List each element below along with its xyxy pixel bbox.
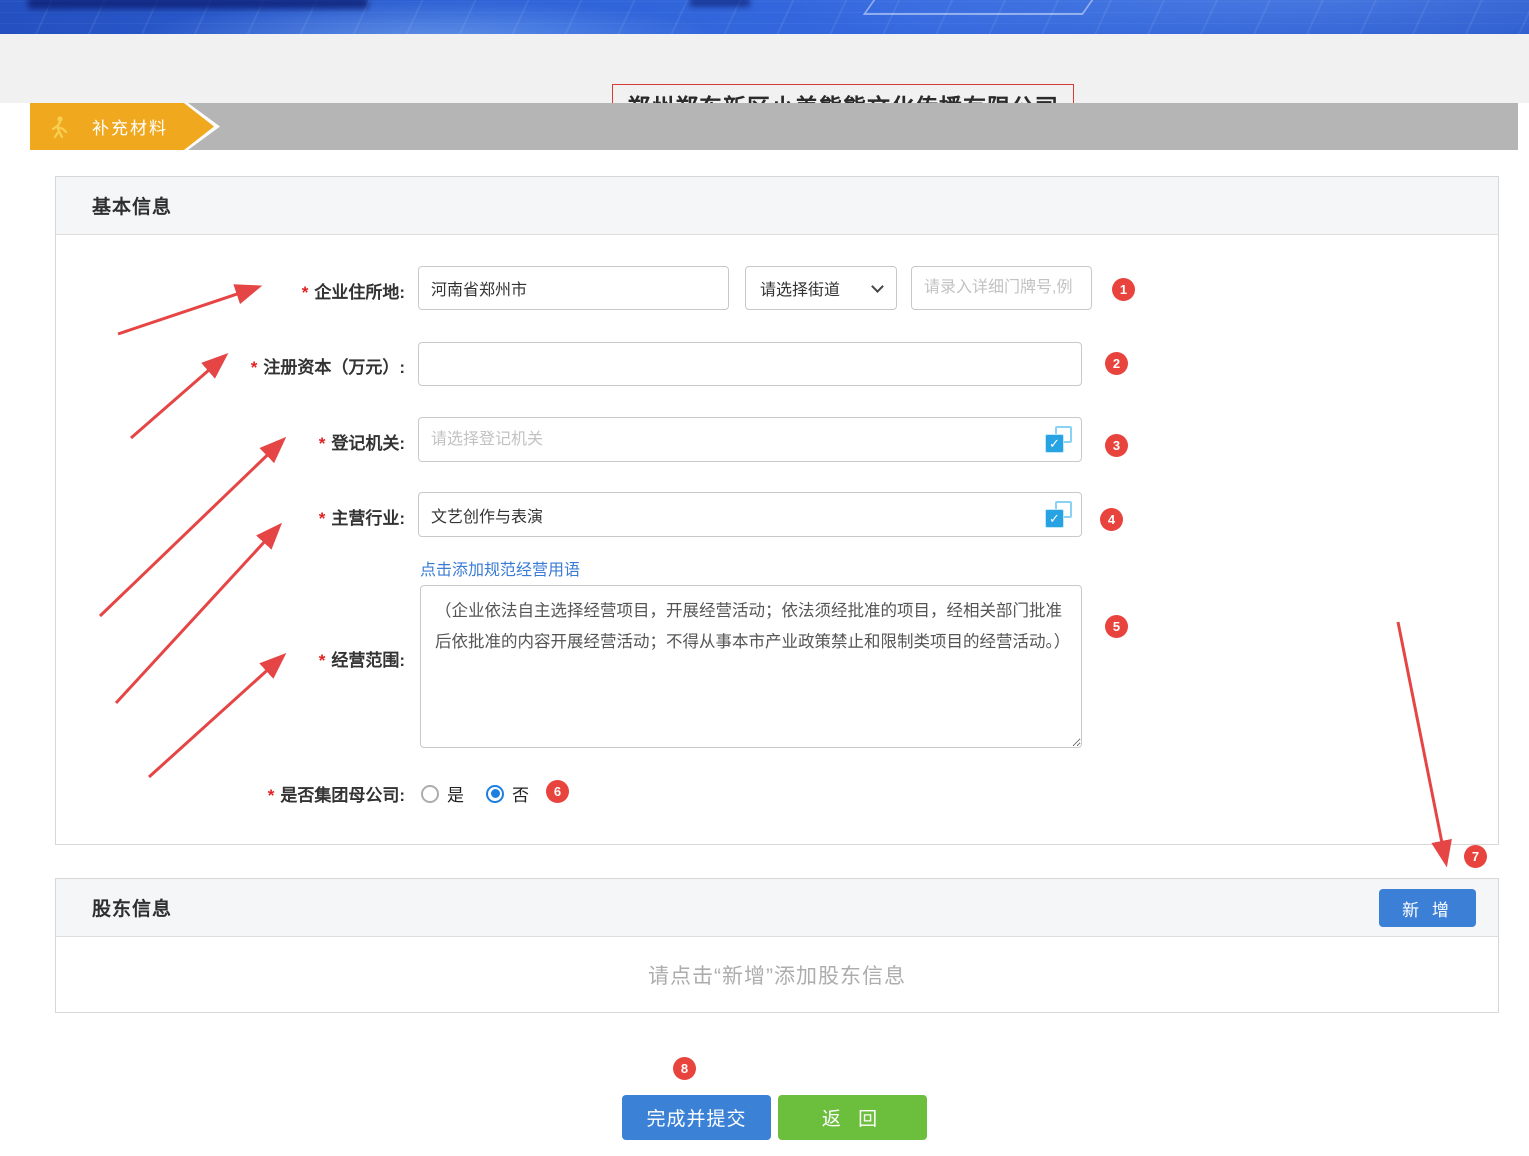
registration-authority-label: *登记机关: [45,429,405,454]
step-tab-supplementary-materials[interactable]: 补充材料 [30,103,214,150]
basic-info-title: 基本信息 [92,192,172,219]
banner-logo-smudge [28,0,368,9]
shareholders-panel: 股东信息 新 增 请点击“新增”添加股东信息 [55,878,1499,1013]
annotation-badge-2: 2 [1105,352,1128,375]
back-button[interactable]: 返 回 [778,1095,927,1140]
submit-button[interactable]: 完成并提交 [622,1095,771,1140]
select-picker-icon[interactable] [1045,426,1072,453]
required-asterisk: * [319,434,326,453]
main-industry-input[interactable] [418,492,1082,537]
annotation-badge-7: 7 [1464,845,1487,868]
business-scope-label: *经营范围: [45,646,405,671]
annotation-badge-8: 8 [673,1057,696,1080]
required-asterisk: * [251,358,258,377]
is-group-parent-radio-group: 是 否 [421,781,543,806]
business-scope-textarea[interactable]: （企业依法自主选择经营项目，开展经营活动；依法须经批准的项目，经相关部门批准后依… [420,585,1082,748]
select-picker-icon[interactable] [1045,501,1072,528]
annotation-badge-6: 6 [546,780,569,803]
radio-yes[interactable] [421,785,439,803]
chevron-down-icon [871,280,884,293]
banner-trapezoid-decoration [863,0,1094,15]
annotation-badge-4: 4 [1100,508,1123,531]
registered-capital-label: *注册资本（万元）: [45,353,405,378]
add-standard-terms-link[interactable]: 点击添加规范经营用语 [420,556,580,580]
top-banner [0,0,1529,34]
title-strip: 郑州郑东新区小美熊熊文化传播有限公司 [0,34,1529,103]
street-select-value: 请选择街道 [760,276,840,300]
radio-yes-label[interactable]: 是 [447,781,464,806]
registered-capital-input[interactable] [418,342,1082,386]
shareholders-title: 股东信息 [92,894,172,921]
banner-decoration [690,0,750,7]
step-bar: 补充材料 [30,103,1518,150]
address-region-input[interactable] [418,266,729,310]
is-group-parent-label: *是否集团母公司: [45,781,405,806]
address-label: *企业住所地: [45,278,405,303]
address-detail-input[interactable] [911,266,1092,310]
shareholders-header: 股东信息 新 增 [56,879,1498,937]
street-select[interactable]: 请选择街道 [745,266,897,310]
annotation-badge-3: 3 [1105,434,1128,457]
annotation-badge-1: 1 [1112,278,1135,301]
shareholders-empty-text: 请点击“新增”添加股东信息 [56,937,1498,1013]
radio-no-label[interactable]: 否 [512,781,529,806]
main-industry-label: *主营行业: [45,504,405,529]
walking-person-icon [48,115,70,139]
basic-info-header: 基本信息 [56,177,1498,235]
required-asterisk: * [268,786,275,805]
page: 郑州郑东新区小美熊熊文化传播有限公司 补充材料 基本信息 *企业住所地: 请选择… [0,0,1529,1156]
required-asterisk: * [302,283,309,302]
radio-no[interactable] [486,785,504,803]
required-asterisk: * [319,651,326,670]
annotation-badge-5: 5 [1105,615,1128,638]
add-shareholder-button[interactable]: 新 增 [1379,889,1476,927]
step-tab-label: 补充材料 [92,114,168,139]
registration-authority-input[interactable] [418,417,1082,462]
required-asterisk: * [319,509,326,528]
